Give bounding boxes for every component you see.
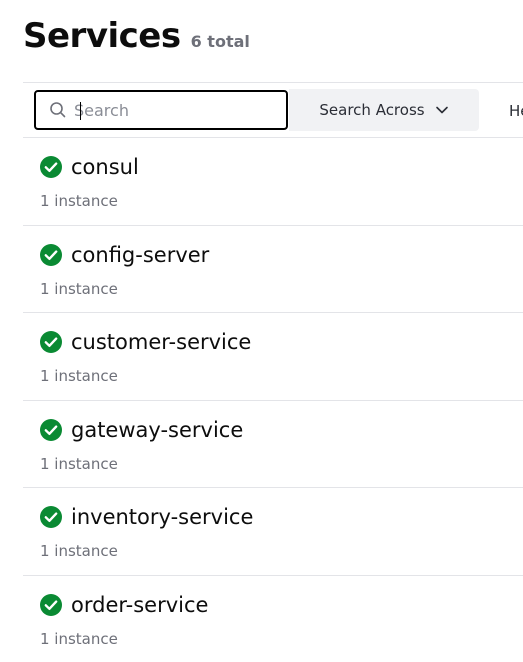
search-across-label: Search Across [319, 101, 425, 119]
check-circle-icon [40, 156, 62, 178]
check-circle-icon [40, 593, 62, 616]
services-page: Services 6 total Search Across He consul… [0, 0, 523, 662]
search-box[interactable] [34, 90, 288, 130]
page-title: Services [23, 16, 181, 56]
service-row[interactable]: inventory-service 1 instance [23, 488, 523, 576]
service-list: consul 1 instance config-server 1 instance c… [23, 138, 523, 662]
service-name-link[interactable]: gateway-service [71, 418, 243, 442]
instance-count: 1 instance [40, 454, 118, 473]
search-input[interactable] [74, 100, 274, 120]
check-circle-icon [40, 418, 62, 441]
page-header: Services 6 total [23, 16, 250, 56]
total-count: 6 total [190, 32, 250, 51]
service-row[interactable]: customer-service 1 instance [23, 313, 523, 401]
service-row[interactable]: order-service 1 instance [23, 576, 523, 662]
instance-count: 1 instance [40, 192, 118, 210]
check-circle-icon [40, 243, 62, 266]
search-icon [50, 102, 66, 118]
instance-count: 1 instance [40, 367, 118, 385]
search-across-dropdown[interactable]: Search Across [289, 89, 479, 131]
service-row[interactable]: consul 1 instance [23, 138, 523, 226]
service-name-link[interactable]: customer-service [71, 330, 251, 354]
check-circle-icon [40, 506, 62, 528]
service-name-link[interactable]: config-server [71, 243, 209, 267]
service-name-link[interactable]: order-service [71, 593, 208, 617]
check-circle-icon [40, 331, 62, 353]
chevron-down-icon [435, 106, 448, 114]
service-row[interactable]: config-server 1 instance [23, 226, 523, 313]
instance-count: 1 instance [40, 279, 118, 298]
filter-toolbar: Search Across He [23, 82, 523, 138]
service-name-link[interactable]: inventory-service [71, 505, 253, 529]
service-name-link[interactable]: consul [71, 155, 139, 179]
instance-count: 1 instance [40, 629, 118, 648]
health-status-dropdown[interactable]: He [509, 102, 523, 120]
service-row[interactable]: gateway-service 1 instance [23, 401, 523, 488]
text-cursor [80, 102, 81, 120]
instance-count: 1 instance [40, 542, 118, 560]
